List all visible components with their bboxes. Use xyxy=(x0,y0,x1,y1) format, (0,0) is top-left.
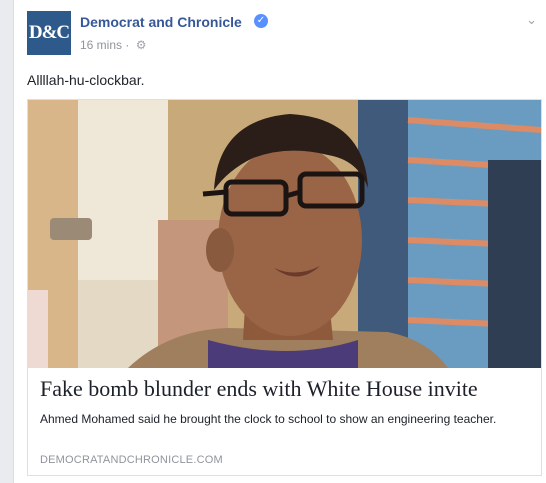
link-domain: DEMOCRATANDCHRONICLE.COM xyxy=(40,454,223,466)
verified-badge-icon: ✓ xyxy=(254,14,268,28)
gear-icon: ⚙ xyxy=(135,38,147,52)
chevron-down-icon[interactable]: ⌄ xyxy=(526,12,537,28)
post-meta: 16 mins · ⚙ xyxy=(80,38,146,52)
post-timestamp[interactable]: 16 mins xyxy=(80,38,122,52)
link-preview-card[interactable]: Fake bomb blunder ends with White House … xyxy=(27,99,542,476)
meta-separator: · xyxy=(125,38,130,52)
page-avatar[interactable]: D&C xyxy=(27,11,71,55)
link-preview-image[interactable] xyxy=(28,100,541,368)
link-headline[interactable]: Fake bomb blunder ends with White House … xyxy=(40,376,478,402)
page-name-link[interactable]: Democrat and Chronicle xyxy=(80,14,242,30)
news-feed-post: D&C Democrat and Chronicle ✓ 16 mins · ⚙… xyxy=(13,0,546,483)
link-summary: Ahmed Mohamed said he brought the clock … xyxy=(40,412,497,426)
post-caption: Allllah-hu-clockbar. xyxy=(27,72,145,88)
link-preview-text[interactable]: Fake bomb blunder ends with White House … xyxy=(28,368,541,475)
